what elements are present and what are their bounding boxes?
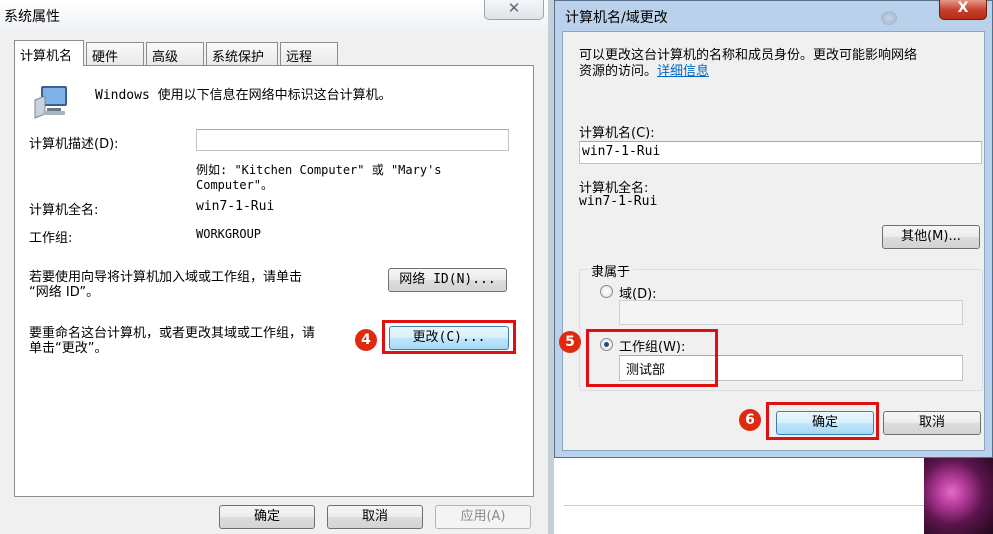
dialog-full-name-value: win7-1-Rui (579, 194, 658, 209)
workgroup-label: 工作组: (29, 231, 73, 246)
dialog-close-button[interactable]: X (939, 0, 987, 20)
tab-label: 计算机名 (20, 49, 73, 64)
computer-name-panel: Windows 使用以下信息在网络中标识这台计算机。 计算机描述(D): 例如:… (14, 65, 534, 497)
close-icon: X (957, 0, 969, 16)
title-bar-orb (881, 11, 897, 25)
step-marker-5: 5 (559, 331, 581, 353)
computer-name-domain-dialog: 计算机名/域更改 X 可以更改这台计算机的名称和成员身份。更改可能影响网络 资源… (554, 0, 993, 458)
tab-label: 硬件 (92, 50, 119, 65)
example-line2: Computer"。 (196, 178, 274, 192)
domain-field (619, 300, 963, 325)
tab-label: 远程 (286, 50, 313, 65)
highlight-workgroup (586, 329, 718, 387)
workgroup-value: WORKGROUP (196, 227, 262, 241)
network-id-button[interactable]: 网络 ID(N)... (388, 268, 507, 292)
computer-icon (34, 86, 67, 119)
close-icon: ✕ (507, 0, 521, 17)
step-marker-4: 4 (355, 329, 377, 351)
close-button[interactable]: ✕ (484, 0, 544, 20)
tab-hardware[interactable]: 硬件 (86, 42, 144, 66)
dialog-title-bar[interactable]: 计算机名/域更改 X (555, 0, 992, 31)
member-of-label: 隶属于 (588, 261, 634, 280)
dialog-intro-line2-text: 资源的访问。 (579, 64, 658, 79)
details-link[interactable]: 详细信息 (657, 64, 709, 79)
tab-advanced[interactable]: 高级 (146, 42, 204, 66)
tab-remote[interactable]: 远程 (280, 42, 338, 66)
background-divider (564, 505, 924, 506)
computer-name-label: 计算机名(C): (579, 126, 655, 141)
system-properties-window: 系统属性 ✕ 计算机名 硬件 高级 系统保护 远程 Windows 使用以下信息… (0, 0, 548, 534)
step-marker-6: 6 (739, 409, 761, 431)
dialog-title: 计算机名/域更改 (565, 10, 668, 26)
dialog-body: 可以更改这台计算机的名称和成员身份。更改可能影响网络 资源的访问。详细信息 计算… (562, 31, 985, 451)
highlight-dialog-ok (766, 402, 879, 440)
dialog-cancel-button[interactable]: 取消 (883, 411, 981, 435)
cancel-button[interactable]: 取消 (327, 505, 423, 529)
intro-text: Windows 使用以下信息在网络中标识这台计算机。 (95, 88, 392, 103)
computer-name-value: win7-1-Rui (582, 144, 661, 159)
description-field[interactable] (196, 129, 509, 151)
full-name-label: 计算机全名: (29, 203, 99, 218)
background-window (554, 458, 924, 534)
tab-label: 系统保护 (212, 50, 265, 65)
title-bar[interactable]: 系统属性 ✕ (0, 0, 548, 30)
apply-button: 应用(A) (435, 505, 531, 529)
dialog-intro-line2: 资源的访问。详细信息 (579, 60, 709, 79)
computer-name-field[interactable]: win7-1-Rui (579, 141, 982, 164)
tab-computer-name[interactable]: 计算机名 (14, 40, 84, 66)
tab-system-protection[interactable]: 系统保护 (206, 42, 278, 66)
rename-text-line2: 单击“更改”。 (29, 341, 108, 356)
domain-radio[interactable] (600, 285, 613, 298)
window-title: 系统属性 (4, 9, 60, 25)
more-button[interactable]: 其他(M)... (882, 225, 980, 249)
wizard-text-line2: “网络 ID”。 (29, 285, 100, 300)
desktop-wallpaper (924, 450, 993, 534)
tab-label: 高级 (152, 50, 179, 65)
full-name-value: win7-1-Rui (196, 199, 275, 214)
highlight-change-button (382, 320, 516, 354)
description-label: 计算机描述(D): (29, 137, 119, 152)
ok-button[interactable]: 确定 (219, 505, 315, 529)
